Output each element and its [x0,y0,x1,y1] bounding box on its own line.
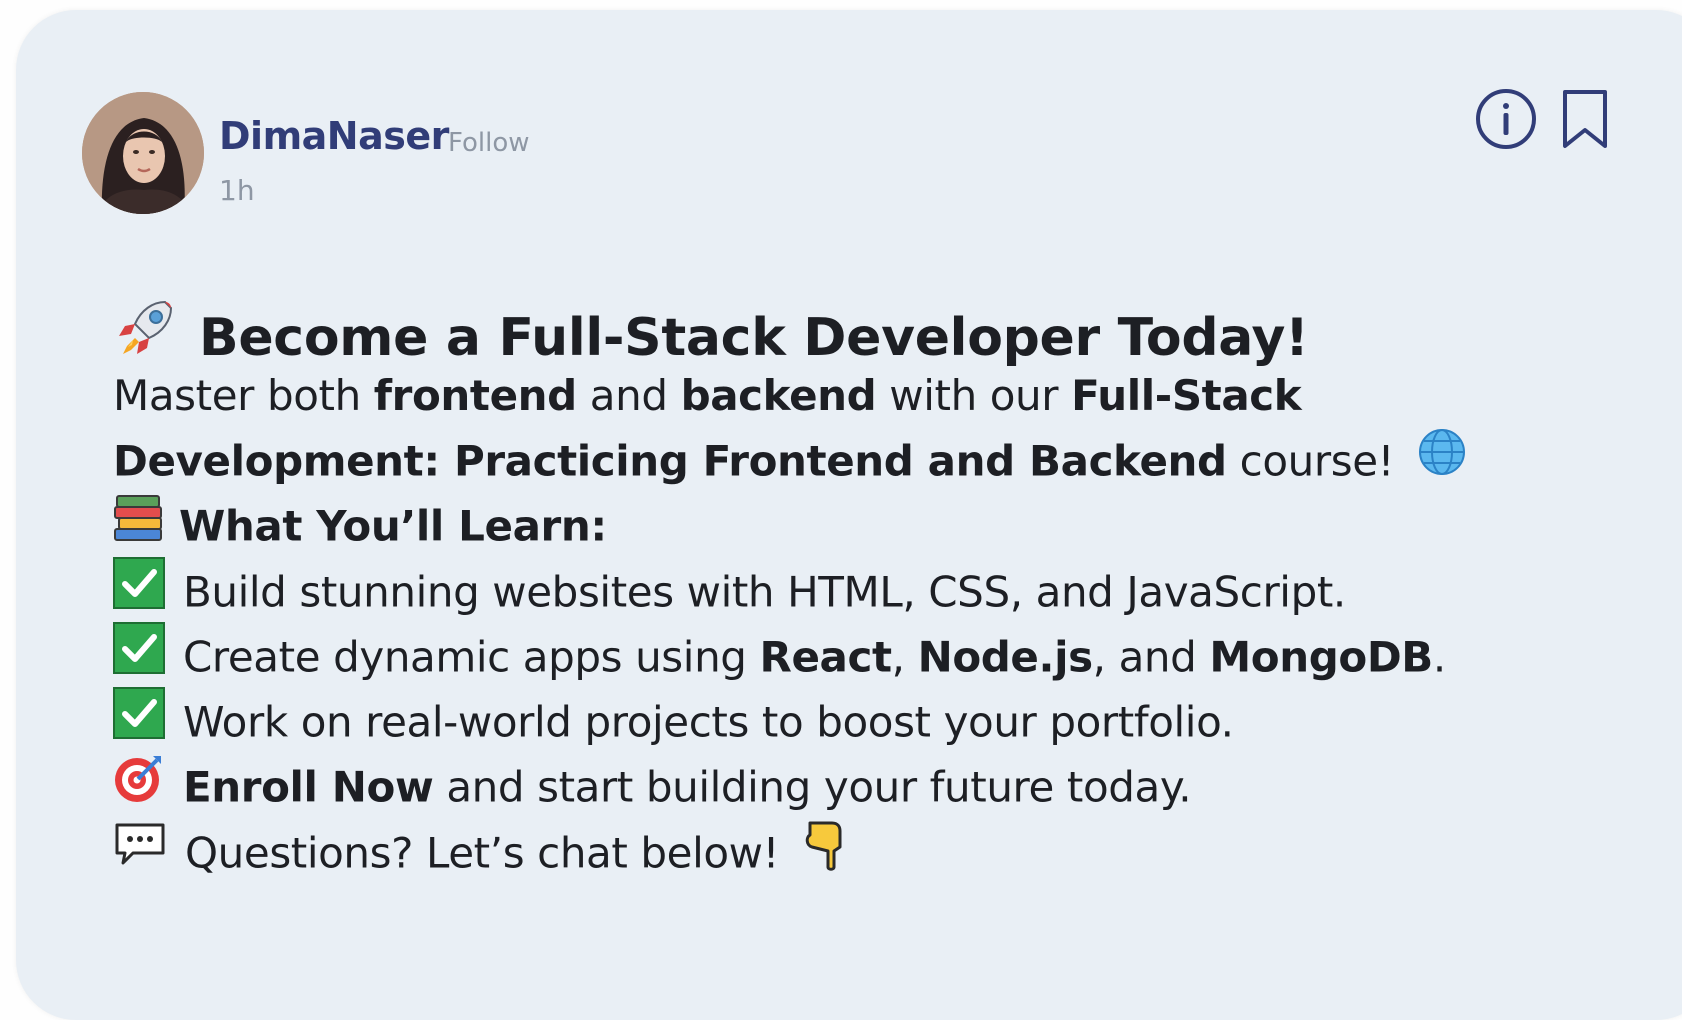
follow-link[interactable]: Follow [448,128,530,158]
enroll-line: Enroll Now and start building your futur… [113,756,1192,816]
check-mark-icon [113,687,165,755]
post-card: DimaNaser Follow 1h Become a Full-Stack … [16,10,1682,1020]
avatar-image [82,92,204,214]
check-mark-icon [113,557,165,625]
books-icon [113,492,165,558]
post-headline: Become a Full-Stack Developer Today! [199,308,1309,368]
info-circle-icon [1476,89,1536,149]
globe-icon [1417,427,1467,493]
post-headline-line: Become a Full-Stack Developer Today! [113,300,1309,370]
post-timestamp: 1h [219,174,255,207]
avatar[interactable] [82,92,204,214]
bullet-1: Build stunning websites with HTML, CSS, … [113,557,1346,621]
learn-heading: What You’ll Learn: [179,501,607,551]
author-name[interactable]: DimaNaser [219,114,449,158]
check-mark-icon [113,622,165,690]
intro-line-2: Development: Practicing Frontend and Bac… [113,429,1467,491]
bullet-2: Create dynamic apps using React, Node.js… [113,622,1446,686]
bullet-3: Work on real-world projects to boost you… [113,687,1234,751]
bookmark-icon [1563,90,1607,148]
pointing-down-icon [802,817,848,887]
target-icon [113,752,165,820]
bookmark-button[interactable] [1559,88,1611,152]
speech-bubble-icon [113,821,167,883]
intro-line-1: Master both frontend and backend with ou… [113,371,1302,420]
info-button[interactable] [1474,87,1538,151]
questions-line: Questions? Let’s chat below! [113,821,848,881]
learn-heading-line: What You’ll Learn: [113,495,607,556]
